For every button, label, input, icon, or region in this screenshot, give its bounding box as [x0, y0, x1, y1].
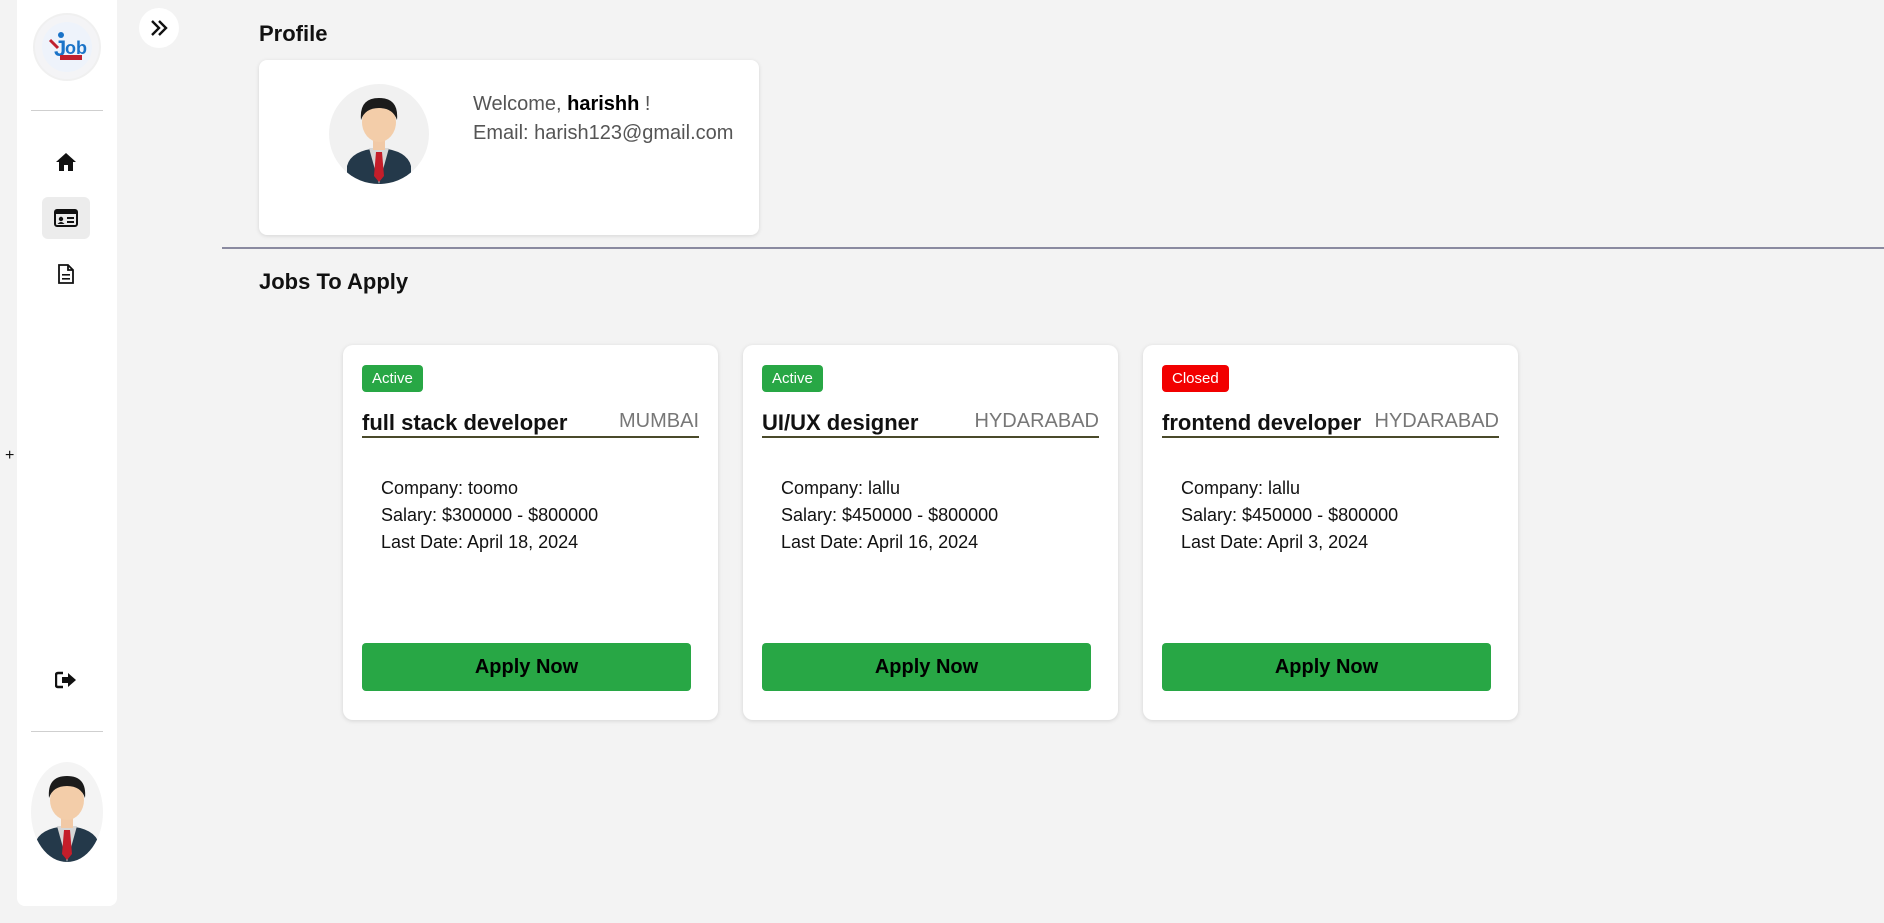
sidebar-divider-bottom	[31, 731, 103, 732]
job-last-date: Last Date: April 18, 2024	[381, 532, 579, 552]
job-company: Company: toomo	[381, 478, 519, 498]
logout-button[interactable]	[42, 659, 90, 701]
apply-now-button[interactable]: Apply Now	[362, 643, 691, 691]
job-last-date: Last Date: April 16, 2024	[781, 532, 979, 552]
sidebar-divider-top	[31, 110, 103, 111]
job-header: UI/UX designer HYDARABAD	[762, 410, 1099, 438]
double-chevron-right-icon	[151, 20, 168, 36]
jobs-section-title: Jobs To Apply	[259, 269, 409, 294]
job-title: full stack developer	[362, 410, 568, 435]
status-badge: Closed	[1162, 365, 1229, 392]
job-header: full stack developer MUMBAI	[362, 410, 699, 438]
job-card: Active full stack developer MUMBAI Compa…	[343, 345, 718, 720]
document-icon	[58, 264, 74, 284]
sidebar-item-documents[interactable]	[42, 253, 90, 295]
sidebar-item-profile[interactable]	[42, 197, 90, 239]
id-card-icon	[54, 209, 78, 227]
apply-now-button[interactable]: Apply Now	[1162, 643, 1491, 691]
apply-now-button[interactable]: Apply Now	[762, 643, 1091, 691]
job-header: frontend developer HYDARABAD	[1162, 410, 1499, 438]
profile-card: Welcome, harishh ! Email: harish123@gmai…	[259, 60, 759, 235]
welcome-line: Welcome, harishh !	[473, 90, 733, 119]
section-divider	[222, 247, 1884, 249]
profile-avatar	[329, 84, 429, 184]
expand-sidebar-button[interactable]	[139, 8, 179, 48]
sidebar: J ob	[17, 0, 117, 906]
plus-glyph: +	[5, 447, 15, 464]
home-icon	[56, 153, 76, 171]
job-card: Active UI/UX designer HYDARABAD Company:…	[743, 345, 1118, 720]
job-salary: Salary: $450000 - $800000	[781, 505, 999, 525]
user-avatar-icon	[347, 98, 411, 184]
email-line: Email: harish123@gmail.com	[473, 119, 733, 148]
email-label: Email:	[473, 122, 535, 144]
job-portal-logo[interactable]: J ob	[35, 15, 99, 79]
job-title: frontend developer	[1162, 410, 1362, 435]
job-company: Company: lallu	[1181, 478, 1301, 498]
job-details: Company: toomo Salary: $300000 - $800000…	[381, 475, 598, 556]
profile-info: Welcome, harishh ! Email: harish123@gmai…	[473, 90, 733, 148]
job-salary: Salary: $300000 - $800000	[381, 505, 599, 525]
email-value: harish123@gmail.com	[534, 122, 734, 144]
status-badge: Active	[362, 365, 423, 392]
job-last-date: Last Date: April 3, 2024	[1181, 532, 1369, 552]
sidebar-item-home[interactable]	[42, 141, 90, 183]
welcome-suffix: !	[639, 93, 651, 115]
user-avatar-icon	[35, 776, 99, 862]
status-badge: Active	[762, 365, 823, 392]
welcome-prefix: Welcome,	[473, 93, 568, 115]
job-location: HYDARABAD	[1374, 410, 1499, 432]
job-company: Company: lallu	[781, 478, 901, 498]
avatar[interactable]	[31, 762, 103, 862]
logout-icon	[55, 671, 76, 689]
job-details: Company: lallu Salary: $450000 - $800000…	[1181, 475, 1398, 556]
job-card: Closed frontend developer HYDARABAD Comp…	[1143, 345, 1518, 720]
job-location: MUMBAI	[619, 410, 699, 432]
username: harishh	[567, 93, 640, 115]
job-salary: Salary: $450000 - $800000	[1181, 505, 1399, 525]
job-title: UI/UX designer	[762, 410, 919, 435]
profile-section-title: Profile	[259, 21, 328, 46]
job-details: Company: lallu Salary: $450000 - $800000…	[781, 475, 998, 556]
job-location: HYDARABAD	[974, 410, 1099, 432]
